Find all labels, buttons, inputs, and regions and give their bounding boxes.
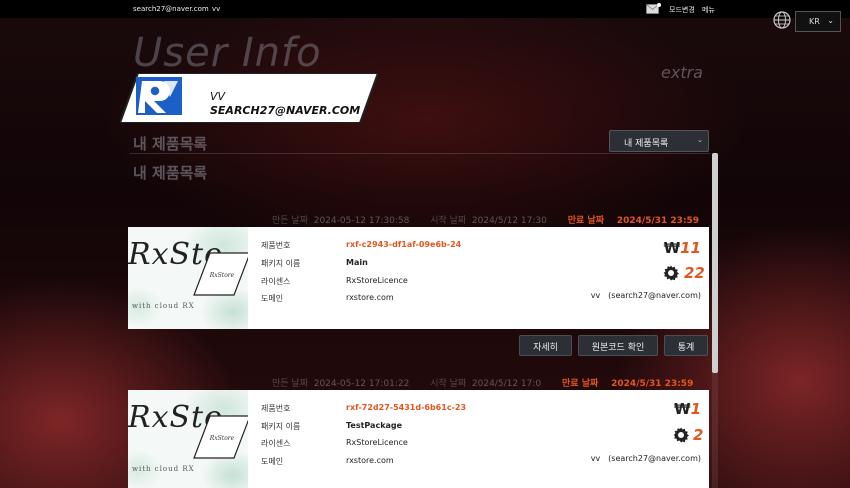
user-email[interactable]: search27@naver.com	[133, 5, 209, 13]
product-number: rxf-c2943-df1af-09e6b-24	[346, 240, 462, 249]
domain-label: 도메인	[261, 457, 284, 466]
user-nickname[interactable]: vv	[212, 5, 220, 13]
download-count: 22	[684, 264, 705, 282]
currency-symbol: ₩	[674, 400, 691, 418]
product-thumbnail[interactable]: RxSto RxStore with cloud RX	[128, 227, 248, 329]
gear-icon	[663, 265, 679, 281]
expire-value: 2024/5/31 23:59	[611, 379, 694, 389]
banner-nickname: VV	[210, 90, 226, 103]
package-name: TestPackage	[346, 421, 403, 430]
page-title: User Info	[133, 30, 322, 76]
product-number: rxf-72d27-5431d-6b61c-23	[346, 403, 467, 412]
source-code-button[interactable]: 원본코드 확인	[578, 335, 658, 356]
start-value: 2024/5/12 17:30	[471, 216, 547, 226]
product-owner: vv (search27@naver.com)	[590, 454, 701, 463]
package-name: Main	[346, 258, 368, 267]
domain-value: rxstore.com	[346, 456, 394, 465]
license-name: RxStoreLicence	[346, 438, 408, 447]
stats-button[interactable]: 통계	[664, 335, 708, 356]
scrollbar-thumb[interactable]	[712, 153, 718, 373]
thumbnail-tagline: with cloud RX	[132, 302, 195, 310]
select-value: 내 제품목록	[624, 139, 669, 149]
extra-label: extra	[661, 63, 703, 82]
created-label: 만든 날짜	[272, 379, 308, 389]
price-value: 1	[690, 400, 701, 418]
chevron-down-icon: ⌄	[697, 136, 703, 144]
package-label: 패키지 이름	[261, 259, 301, 268]
product-price: ₩11	[664, 239, 701, 257]
banner-email: SEARCH27@NAVER.COM	[210, 104, 361, 117]
thumbnail-logo-text: RxStore	[209, 272, 235, 279]
license-label: 라이센스	[261, 439, 291, 448]
number-label: 제품번호	[261, 404, 291, 413]
thumbnail-tagline: with cloud RX	[132, 465, 195, 473]
license-label: 라이센스	[261, 277, 291, 286]
section-title: 내 제품목록	[133, 135, 208, 153]
thumbnail-logo-text: RxStore	[209, 435, 235, 442]
product-card[interactable]: RxSto RxStore with cloud RX 제품번호 rxf-c29…	[128, 227, 709, 329]
section-subtitle: 내 제품목록	[133, 164, 208, 182]
created-value: 2024-05-12 17:01:22	[313, 379, 410, 389]
top-bar: search27@naver.com vv 모드변경 메뉴	[0, 0, 850, 18]
created-value: 2024-05-12 17:30:58	[313, 216, 410, 226]
product-card[interactable]: RxSto RxStore with cloud RX 제품번호 rxf-72d…	[128, 390, 709, 488]
start-value: 2024/5/12 17:0	[471, 379, 542, 389]
language-select[interactable]: KR ⌄	[795, 11, 841, 32]
language-value: KR	[809, 17, 820, 26]
expire-value: 2024/5/31 23:59	[616, 216, 700, 226]
divider	[130, 153, 710, 154]
domain-label: 도메인	[261, 294, 284, 303]
start-label: 시작 날짜	[430, 216, 467, 226]
product-price: ₩1	[674, 400, 701, 418]
expire-label: 만료 날짜	[562, 379, 599, 389]
chevron-down-icon: ⌄	[827, 16, 834, 25]
rx-logo-icon	[136, 77, 182, 115]
product-thumbnail[interactable]: RxSto RxStore with cloud RX	[128, 390, 248, 488]
globe-icon[interactable]	[773, 11, 791, 29]
package-label: 패키지 이름	[261, 422, 301, 431]
product-date-row: 만든 날짜 2024-05-12 17:01:22 시작 날짜 2024/5/1…	[272, 376, 693, 389]
diamond-logo-icon: RxStore	[193, 252, 248, 296]
mail-icon[interactable]	[646, 3, 661, 14]
price-value: 11	[680, 239, 701, 257]
menu-link[interactable]: 메뉴	[702, 5, 715, 15]
mode-change-link[interactable]: 모드변경	[669, 5, 695, 15]
download-count: 2	[693, 426, 704, 444]
created-label: 만든 날짜	[272, 216, 308, 226]
currency-symbol: ₩	[663, 239, 681, 257]
start-label: 시작 날짜	[430, 379, 467, 389]
detail-button[interactable]: 자세히	[519, 335, 572, 356]
license-name: RxStoreLicence	[346, 276, 408, 285]
expire-label: 만료 날짜	[567, 216, 604, 226]
number-label: 제품번호	[261, 241, 291, 250]
diamond-logo-icon: RxStore	[193, 415, 248, 459]
domain-value: rxstore.com	[346, 293, 394, 302]
product-owner: vv (search27@naver.com)	[590, 291, 701, 300]
product-list-select[interactable]: 내 제품목록 ⌄	[609, 130, 709, 152]
gear-icon	[673, 427, 689, 443]
product-date-row: 만든 날짜 2024-05-12 17:30:58 시작 날짜 2024/5/1…	[272, 213, 699, 226]
